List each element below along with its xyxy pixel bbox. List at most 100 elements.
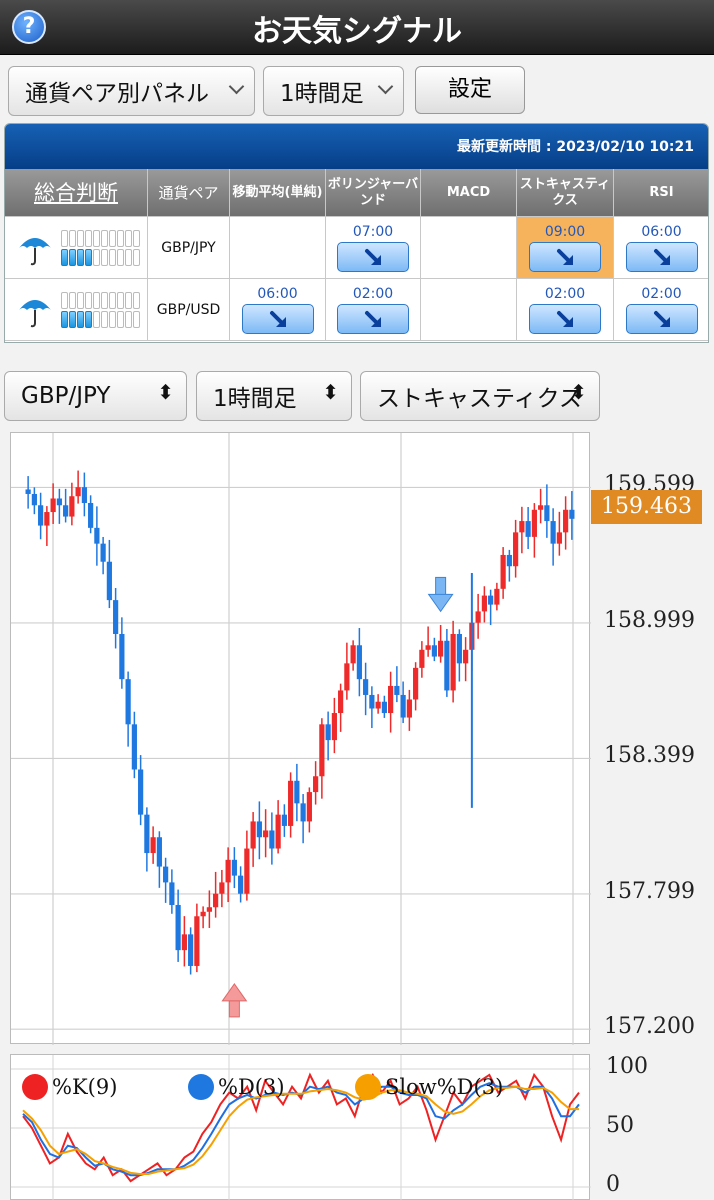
- meter-segment: [69, 310, 76, 328]
- candle: [125, 671, 131, 747]
- candle: [463, 637, 469, 682]
- umbrella-icon: [19, 237, 51, 265]
- chevron-down-icon: [228, 78, 245, 95]
- chart-indicator-select[interactable]: ストキャスティクス ⬍: [360, 371, 600, 421]
- candle: [181, 916, 187, 967]
- meter-segment: [77, 310, 84, 328]
- price-tick-label: 157.799: [604, 878, 695, 904]
- legend-d-label: %D(3): [218, 1075, 285, 1099]
- candle: [206, 890, 212, 928]
- signal-cell-macd: [421, 279, 517, 341]
- candle: [269, 812, 275, 865]
- col-bollinger: ボリンジャーバンド: [326, 169, 421, 217]
- chart-pair-label: GBP/JPY: [21, 383, 111, 409]
- signal-cell-stoch[interactable]: 02:00: [517, 279, 614, 341]
- pair-cell[interactable]: GBP/USD: [148, 279, 230, 341]
- summary-cell[interactable]: [5, 279, 148, 341]
- candle: [281, 804, 287, 837]
- candle: [425, 626, 431, 657]
- signal-time: 07:00: [352, 223, 394, 240]
- panel-mode-select[interactable]: 通貨ペア別パネル: [8, 66, 255, 116]
- osc-tick-label: 100: [606, 1054, 648, 1079]
- signal-button[interactable]: [625, 303, 698, 334]
- signal-button[interactable]: [625, 241, 698, 272]
- meter-segment: [93, 310, 100, 328]
- legend-slowd-label: Slow%D(3): [385, 1075, 504, 1099]
- candle: [494, 582, 500, 611]
- table-row[interactable]: GBP/JPY 07:00 09:00 06:00: [5, 217, 708, 279]
- umbrella-icon: [19, 299, 51, 327]
- candle: [200, 906, 206, 929]
- panel-mode-label: 通貨ペア別パネル: [25, 81, 209, 107]
- signal-cell-bb[interactable]: 07:00: [326, 217, 421, 279]
- legend-slowd: Slow%D(3): [355, 1074, 503, 1100]
- meter-segment: [85, 291, 92, 309]
- candle: [513, 519, 519, 578]
- table-row[interactable]: GBP/USD 06:00 02:00 02:00 02:00: [5, 279, 708, 341]
- meter-segment: [85, 229, 92, 247]
- legend-d: %D(3): [188, 1074, 285, 1100]
- signal-cell-rsi[interactable]: 02:00: [614, 279, 708, 341]
- price-tick-label: 158.399: [604, 743, 695, 769]
- panel-timeframe-select[interactable]: 1時間足: [263, 66, 404, 116]
- signal-button[interactable]: [529, 303, 601, 334]
- candle: [231, 847, 237, 889]
- signal-cell-ma: [230, 217, 326, 279]
- signal-cell-ma[interactable]: 06:00: [230, 279, 326, 341]
- candle: [81, 472, 87, 517]
- chart-timeframe-select[interactable]: 1時間足 ⬍: [196, 371, 352, 421]
- candle: [119, 617, 125, 689]
- candle: [263, 809, 269, 858]
- meter-segment: [125, 229, 132, 247]
- candle: [531, 503, 537, 558]
- candle: [325, 711, 331, 761]
- signal-table: 総合判断 通貨ペア 移動平均(単純) ボリンジャーバンド MACD ストキャステ…: [5, 169, 708, 341]
- meter-segment: [77, 291, 84, 309]
- candle: [275, 800, 281, 854]
- candle: [156, 831, 162, 888]
- meter-segment: [77, 248, 84, 266]
- signal-cell-macd: [421, 217, 517, 279]
- meter-segment: [85, 248, 92, 266]
- signal-table-body: GBP/JPY 07:00 09:00 06:00 GBP/USD 06:00 02…: [5, 217, 708, 341]
- signal-time: 02:00: [641, 285, 682, 302]
- candle: [250, 812, 256, 867]
- candle: [544, 484, 550, 538]
- chart-pair-select[interactable]: GBP/JPY ⬍: [4, 371, 187, 421]
- app-root: ? お天気シグナル 通貨ペア別パネル 1時間足 設定 最新更新時間 : 2023…: [0, 0, 714, 1200]
- legend-k: %K(9): [22, 1074, 117, 1100]
- candle: [44, 506, 50, 546]
- candle: [50, 483, 56, 524]
- arrow-down-right-icon: [365, 310, 381, 327]
- meter-segment: [93, 229, 100, 247]
- signal-cell-stoch[interactable]: 09:00: [517, 217, 614, 279]
- signal-button[interactable]: [337, 241, 409, 272]
- meter-segment: [69, 248, 76, 266]
- pair-cell[interactable]: GBP/JPY: [148, 217, 230, 279]
- legend-k-swatch: [22, 1074, 48, 1100]
- price-chart[interactable]: [10, 398, 692, 1045]
- signal-cell-bb[interactable]: 02:00: [326, 279, 421, 341]
- candle: [550, 508, 556, 566]
- last-updated-label: 最新更新時間 : 2023/02/10 10:21: [457, 139, 694, 155]
- candle: [300, 794, 306, 844]
- candle: [444, 628, 450, 697]
- candle: [519, 506, 525, 554]
- candle: [331, 697, 337, 754]
- candle: [456, 629, 462, 682]
- candle: [431, 637, 437, 662]
- meter-segment: [101, 310, 108, 328]
- top-bar: ? お天気シグナル: [0, 0, 714, 55]
- candle: [213, 871, 219, 918]
- signal-button[interactable]: [529, 241, 601, 272]
- signal-button[interactable]: [337, 303, 409, 334]
- settings-button[interactable]: 設定: [415, 66, 525, 114]
- candle: [319, 718, 325, 799]
- col-summary[interactable]: 総合判断: [5, 169, 148, 217]
- signal-button[interactable]: [241, 303, 314, 334]
- signal-cell-rsi[interactable]: 06:00: [614, 217, 708, 279]
- candle: [394, 666, 400, 703]
- summary-cell[interactable]: [5, 217, 148, 279]
- candle: [438, 624, 444, 663]
- candle: [488, 589, 494, 626]
